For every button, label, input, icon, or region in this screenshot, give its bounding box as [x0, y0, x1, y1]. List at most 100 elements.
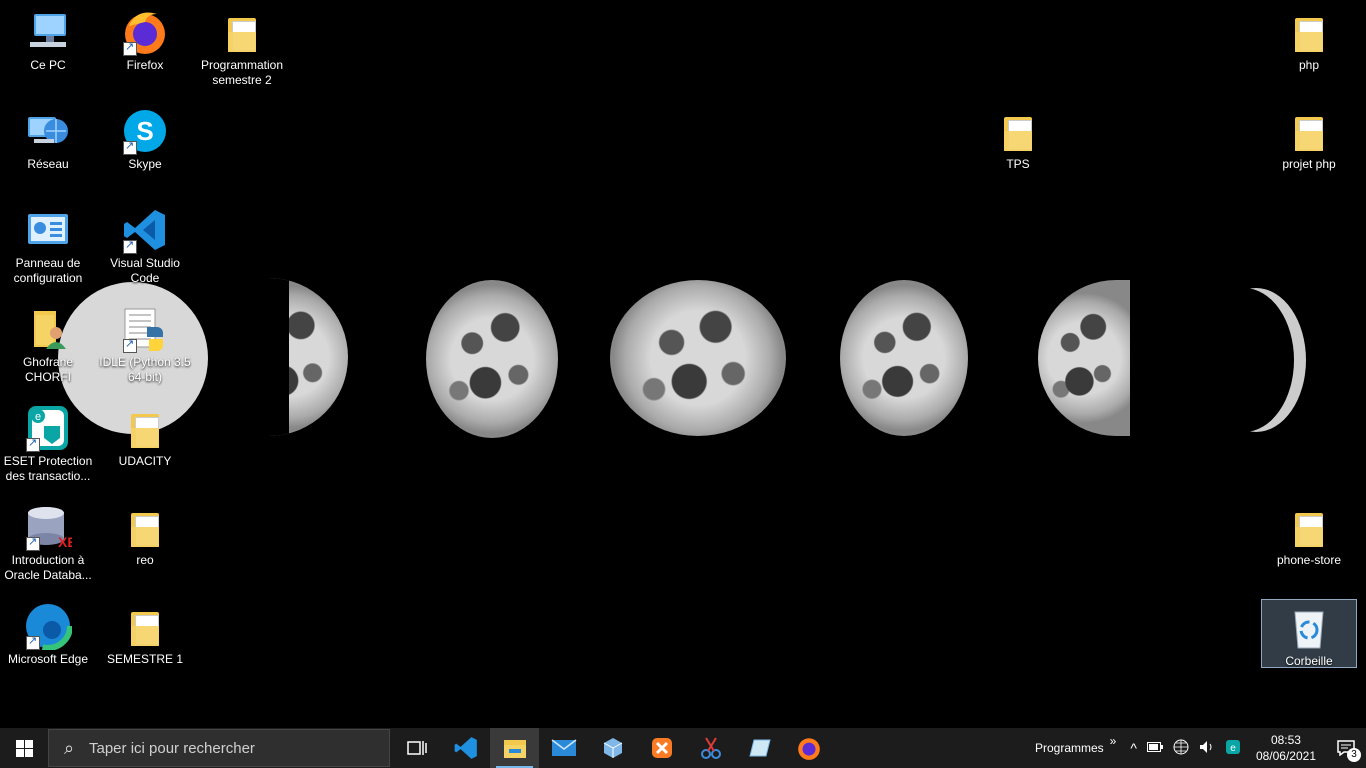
- moon-phase-3: [426, 280, 558, 438]
- vscode-icon: [454, 737, 477, 759]
- desktop-icon-reseau[interactable]: Réseau: [0, 103, 96, 199]
- desktop-icon-ghofrane-chorfi[interactable]: Ghofrane CHORFI: [0, 301, 96, 397]
- desktop-icon-label: UDACITY: [118, 454, 172, 468]
- mail-icon: [551, 739, 576, 756]
- folder-icon: [121, 503, 169, 551]
- search-icon: ⌕: [63, 737, 75, 758]
- desktop-icon-label: Skype: [128, 157, 162, 171]
- windows-logo-icon: [15, 739, 33, 757]
- toolbar-programmes[interactable]: Programmes: [1030, 741, 1109, 755]
- volume-icon[interactable]: [1194, 740, 1220, 757]
- desktop-icon-label: Panneau de configuration: [13, 256, 83, 285]
- taskbar-search-box[interactable]: ⌕ Taper ici pour rechercher: [48, 729, 390, 767]
- shortcut-arrow-icon: [26, 634, 40, 650]
- desktop-icon-reo[interactable]: reo: [97, 499, 193, 595]
- desktop-icon-semestre-1[interactable]: SEMESTRE 1: [97, 598, 193, 694]
- desktop-icon-label: Ghofrane CHORFI: [22, 355, 74, 384]
- folder-icon: [218, 8, 266, 56]
- file-explorer-icon: [503, 740, 526, 758]
- desktop-icon-eset[interactable]: e ESET Protection des transactio...: [0, 400, 96, 496]
- clock-time: 08:53: [1270, 733, 1301, 747]
- desktop-icon-ce-pc[interactable]: Ce PC: [0, 4, 96, 100]
- desktop-icon-idle-python[interactable]: IDLE (Python 3.5 64-bit): [97, 301, 193, 397]
- svg-text:XE: XE: [58, 534, 72, 550]
- desktop-icon-label: Corbeille: [1285, 654, 1333, 668]
- desktop-icon-label: ESET Protection des transactio...: [3, 454, 93, 483]
- desktop-icon-label: Firefox: [126, 58, 164, 72]
- taskbar-app-notepad[interactable]: [735, 728, 784, 768]
- taskbar-app-snipping-tool[interactable]: [686, 728, 735, 768]
- battery-icon[interactable]: [1142, 741, 1168, 755]
- taskbar-app-mail[interactable]: [539, 728, 588, 768]
- desktop-icon-label: php: [1298, 58, 1320, 72]
- desktop-icon-panneau-configuration[interactable]: Panneau de configuration: [0, 202, 96, 298]
- taskbar: ⌕ Taper ici pour rechercher Programmes »…: [0, 728, 1366, 768]
- moon-phase-7: [1206, 288, 1306, 432]
- system-tray: Programmes » ^ e 08:53 08/06/2021 3: [1030, 728, 1366, 768]
- shortcut-arrow-icon: [123, 139, 137, 155]
- svg-text:e: e: [35, 411, 41, 423]
- desktop-icon-projet-php[interactable]: projet php: [1261, 103, 1357, 199]
- desktop-icon-tps[interactable]: TPS: [970, 103, 1066, 199]
- toolbar-overflow-chevron[interactable]: »: [1105, 734, 1122, 748]
- folder-icon: [121, 404, 169, 452]
- desktop: Ce PC Réseau Panneau de configuration Gh…: [0, 0, 1366, 728]
- moon-phase-6: [1038, 280, 1130, 436]
- taskbar-clock[interactable]: 08:53 08/06/2021: [1246, 732, 1326, 764]
- desktop-icon-udacity[interactable]: UDACITY: [97, 400, 193, 496]
- chevron-up-icon[interactable]: ^: [1125, 740, 1142, 756]
- shortcut-arrow-icon: [123, 40, 137, 56]
- folder-icon: [1285, 503, 1333, 551]
- desktop-icon-label: SEMESTRE 1: [106, 652, 184, 666]
- folder-icon: [1285, 8, 1333, 56]
- action-center-button[interactable]: 3: [1326, 728, 1366, 768]
- svg-text:S: S: [136, 116, 153, 146]
- desktop-icon-corbeille[interactable]: Corbeille: [1261, 599, 1357, 668]
- xampp-icon: [651, 738, 672, 758]
- desktop-icon-vscode[interactable]: Visual Studio Code: [97, 202, 193, 298]
- eset-tray-icon[interactable]: e: [1220, 739, 1246, 758]
- shortcut-arrow-icon: [26, 535, 40, 551]
- vscode-icon: [121, 206, 169, 254]
- svg-text:e: e: [1230, 743, 1236, 754]
- desktop-icon-label: Ce PC: [30, 58, 66, 72]
- desktop-icon-firefox[interactable]: Firefox: [97, 4, 193, 100]
- desktop-icon-label: Introduction à Oracle Databa...: [4, 553, 92, 582]
- control-panel-icon: [24, 206, 72, 254]
- edge-icon: [23, 601, 73, 651]
- taskbar-app-xampp[interactable]: [637, 728, 686, 768]
- user-folder-icon: [24, 305, 72, 353]
- desktop-icon-microsoft-edge[interactable]: Microsoft Edge: [0, 598, 96, 694]
- notepad-icon: [748, 739, 771, 757]
- desktop-icon-phone-store[interactable]: phone-store: [1261, 499, 1357, 595]
- shortcut-arrow-icon: [26, 436, 40, 452]
- eset-icon: e: [24, 404, 72, 452]
- desktop-icon-programmation-semestre-2[interactable]: Programmation semestre 2: [194, 4, 290, 100]
- taskbar-app-file-explorer[interactable]: [490, 728, 539, 768]
- network-globe-icon[interactable]: [1168, 739, 1194, 758]
- folder-icon: [994, 107, 1042, 155]
- desktop-icon-label: phone-store: [1276, 553, 1342, 567]
- moon-phase-4: [610, 280, 786, 436]
- desktop-icon-label: Programmation semestre 2: [200, 58, 284, 87]
- task-view-icon: [406, 741, 427, 755]
- desktop-icon-label: IDLE (Python 3.5 64-bit): [99, 355, 191, 384]
- clock-date: 08/06/2021: [1255, 749, 1316, 763]
- skype-icon: S: [121, 107, 169, 155]
- shortcut-arrow-icon: [123, 337, 137, 353]
- taskbar-app-firefox[interactable]: [784, 728, 833, 768]
- task-view-button[interactable]: [392, 728, 441, 768]
- recycle-bin-icon: [1285, 604, 1333, 652]
- desktop-icon-oracle[interactable]: XE Introduction à Oracle Databa...: [0, 499, 96, 595]
- moon-phase-5: [840, 280, 968, 436]
- scissors-icon: [700, 737, 721, 759]
- desktop-icon-skype[interactable]: S Skype: [97, 103, 193, 199]
- desktop-icon-label: reo: [136, 553, 154, 567]
- desktop-icon-php[interactable]: php: [1261, 4, 1357, 100]
- desktop-icon-label: projet php: [1282, 157, 1336, 171]
- start-button[interactable]: [0, 728, 48, 768]
- taskbar-app-vscode[interactable]: [441, 728, 490, 768]
- taskbar-app-virtualbox[interactable]: [588, 728, 637, 768]
- moon-phase-2: [230, 278, 348, 436]
- desktop-icon-label: Microsoft Edge: [7, 652, 89, 666]
